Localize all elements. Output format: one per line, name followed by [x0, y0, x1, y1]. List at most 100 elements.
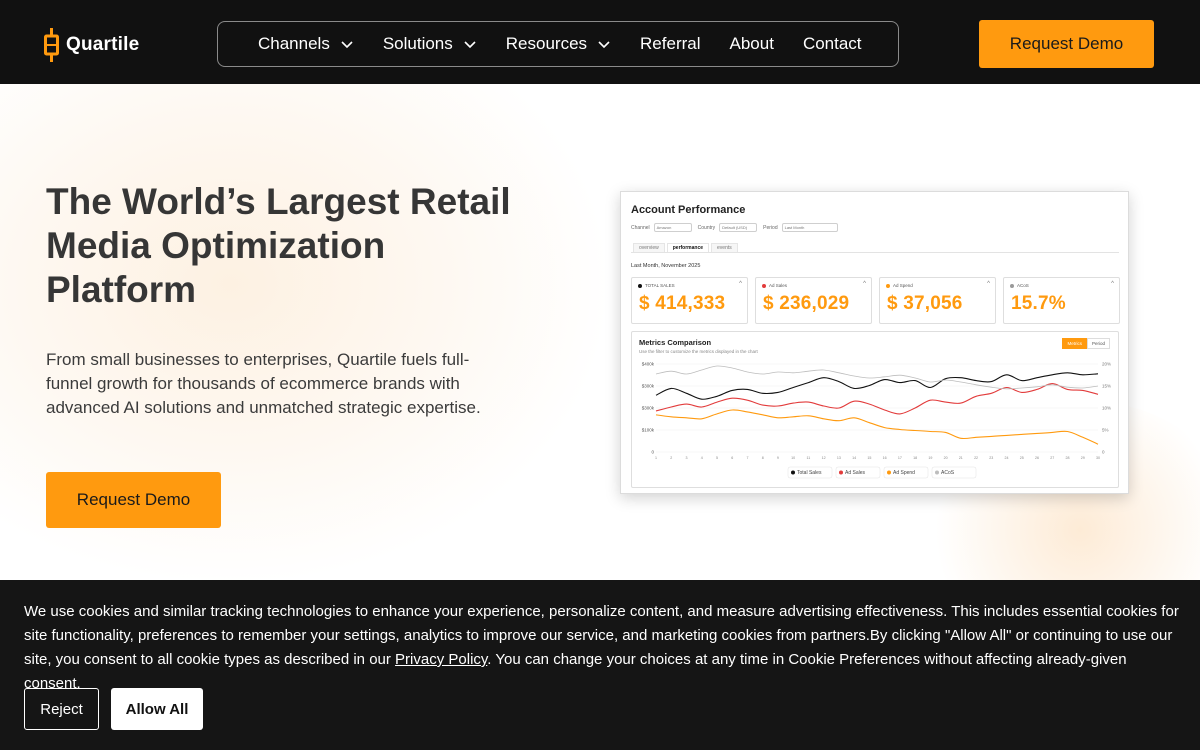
x-tick-label: 9 — [777, 456, 779, 460]
hero-subtitle: From small businesses to enterprises, Qu… — [46, 350, 481, 417]
x-tick-label: 22 — [974, 456, 978, 460]
y-right-tick-label: 20% — [1102, 362, 1111, 367]
nav-label: Contact — [802, 34, 862, 53]
chevron-down-icon — [598, 41, 610, 49]
caret-up-icon: ^ — [987, 281, 990, 287]
x-tick-label: 8 — [762, 456, 764, 460]
metrics-comparison-panel: Metrics Comparison Use the filter to cus… — [631, 331, 1119, 488]
x-tick-label: 10 — [791, 456, 795, 460]
dashboard-tabs: overview performance events — [633, 243, 740, 252]
filter-label: Channel — [631, 224, 650, 231]
tab-events: events — [711, 243, 738, 252]
filter-select: Amazon — [653, 223, 692, 232]
x-tick-label: 23 — [989, 456, 993, 460]
kpi-dot — [1010, 283, 1014, 288]
caret-up-icon: ^ — [1111, 281, 1114, 287]
kpi-label: TOTAL SALES — [645, 283, 675, 288]
x-tick-label: 26 — [1035, 456, 1039, 460]
x-tick-label: 15 — [867, 456, 871, 460]
x-tick-label: 16 — [883, 456, 887, 460]
legend-swatch — [791, 470, 795, 475]
logo-text: Quartile — [66, 34, 140, 55]
legend-label: Ad Spend — [893, 470, 915, 476]
x-tick-label: 20 — [944, 456, 948, 460]
nav-label: Resources — [505, 34, 588, 53]
kpi-value: 15.7% — [1011, 293, 1066, 314]
y-left-tick-label: $100k — [642, 428, 655, 433]
x-tick-label: 13 — [837, 456, 841, 460]
nav-resources[interactable]: Resources — [506, 34, 611, 54]
quartile-logo-icon — [44, 28, 59, 62]
x-tick-label: 29 — [1081, 456, 1085, 460]
y-right-tick-label: 10% — [1102, 406, 1111, 411]
x-tick-label: 3 — [685, 456, 687, 460]
nav-about[interactable]: About — [730, 34, 774, 54]
dashboard-title: Account Performance — [631, 204, 746, 216]
dashboard-preview: Account Performance Channel Amazon Count… — [620, 191, 1129, 494]
series-line-acos — [655, 365, 1099, 390]
legend-label: Total Sales — [797, 470, 822, 476]
nav-label: Referral — [640, 34, 701, 53]
nav-channels[interactable]: Channels — [258, 34, 354, 54]
period-label: Last Month, November 2025 — [631, 263, 701, 269]
header-request-demo-button[interactable]: Request Demo — [979, 20, 1154, 68]
kpi-value: $ 414,333 — [639, 293, 726, 314]
x-tick-label: 11 — [807, 456, 811, 460]
kpi-row: TOTAL SALES ^ $ 414,333 Ad Sales ^ $ 236… — [631, 277, 1120, 324]
filter-select: Default (USD) — [719, 223, 758, 232]
metrics-toggle: Metrics Period — [1062, 338, 1110, 349]
x-tick-label: 24 — [1005, 456, 1009, 460]
privacy-policy-link[interactable]: Privacy Policy — [395, 651, 487, 668]
x-tick-label: 21 — [959, 456, 963, 460]
legend-label: ACoS — [941, 470, 955, 476]
x-tick-label: 4 — [701, 456, 703, 460]
reject-cookies-button[interactable]: Reject — [24, 688, 99, 730]
hero-section: The World’s Largest Retail Media Optimiz… — [0, 84, 1200, 580]
y-right-tick-label: 15% — [1102, 384, 1111, 389]
kpi-label-wrap: Ad Sales — [762, 283, 787, 288]
legend-swatch — [887, 470, 891, 475]
kpi-dot — [762, 283, 766, 288]
nav-contact[interactable]: Contact — [803, 34, 862, 54]
nav-label: Channels — [258, 34, 330, 53]
filter-label: Period — [763, 224, 778, 231]
allow-all-cookies-button[interactable]: Allow All — [111, 688, 203, 730]
chevron-down-icon — [341, 41, 353, 49]
x-tick-label: 5 — [716, 456, 718, 460]
x-tick-label: 18 — [913, 456, 917, 460]
y-left-tick-label: $400k — [642, 362, 655, 367]
cookie-banner: We use cookies and similar tracking tech… — [0, 580, 1200, 750]
logo[interactable]: Quartile — [44, 27, 139, 63]
legend-swatch — [935, 470, 939, 475]
x-tick-label: 1 — [655, 456, 657, 460]
hero-title: The World’s Largest Retail Media Optimiz… — [46, 181, 511, 310]
nav-label: About — [729, 34, 774, 53]
kpi-card-total-sales: TOTAL SALES ^ $ 414,333 — [631, 277, 748, 324]
hero-request-demo-button[interactable]: Request Demo — [46, 472, 221, 528]
y-right-tick-label: 5% — [1102, 428, 1109, 433]
caret-up-icon: ^ — [863, 281, 866, 287]
y-right-tick-label: 0 — [1102, 450, 1105, 455]
metrics-title: Metrics Comparison — [639, 338, 712, 347]
x-tick-label: 14 — [852, 456, 856, 460]
tab-performance: performance — [666, 243, 710, 252]
legend-swatch — [839, 470, 843, 475]
kpi-label: Ad Spend — [893, 283, 913, 288]
series-line-ad-spend — [655, 409, 1099, 445]
kpi-card-ad-sales: Ad Sales ^ $ 236,029 — [755, 277, 872, 324]
x-tick-label: 19 — [928, 456, 932, 460]
x-tick-label: 30 — [1096, 456, 1100, 460]
kpi-value: $ 37,056 — [887, 293, 963, 314]
nav-solutions[interactable]: Solutions — [383, 34, 477, 54]
x-tick-label: 2 — [670, 456, 672, 460]
nav-label: Solutions — [382, 34, 453, 53]
dashboard-filters: Channel Amazon Country Default (USD) Per… — [631, 223, 844, 232]
filter-label: Country — [697, 224, 716, 231]
legend-label: Ad Sales — [845, 470, 866, 476]
nav-referral[interactable]: Referral — [640, 34, 700, 54]
kpi-label-wrap: TOTAL SALES — [638, 283, 675, 288]
site-header: Quartile Channels Solutions Resources Re… — [0, 0, 1200, 84]
x-tick-label: 17 — [898, 456, 902, 460]
divider — [631, 252, 1119, 253]
main-nav: Channels Solutions Resources Referral Ab… — [217, 21, 899, 67]
